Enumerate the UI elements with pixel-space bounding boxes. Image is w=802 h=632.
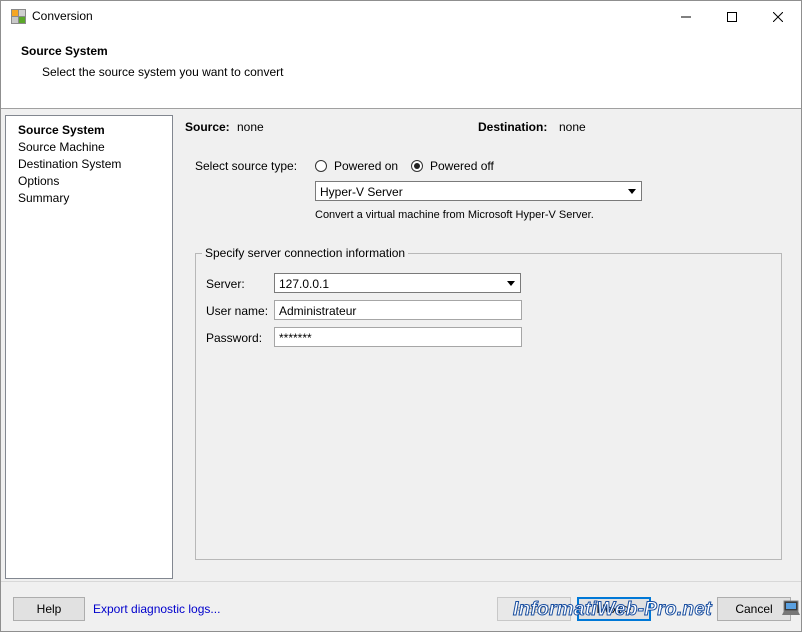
password-label: Password:	[206, 331, 263, 345]
username-field[interactable]: Administrateur	[274, 300, 522, 320]
connection-legend: Specify server connection information	[202, 246, 409, 260]
laptop-icon	[782, 600, 800, 615]
page-header: Source System Select the source system y…	[1, 32, 801, 109]
page-subtitle: Select the source system you want to con…	[42, 65, 284, 79]
step-destination-system[interactable]: Destination System	[18, 157, 121, 171]
source-type-description: Convert a virtual machine from Microsoft…	[315, 209, 594, 221]
destination-label: Destination:	[478, 120, 548, 134]
powered-on-radio[interactable]	[315, 160, 327, 172]
step-summary[interactable]: Summary	[18, 191, 69, 205]
close-icon	[773, 11, 783, 22]
title-bar: Conversion	[1, 1, 801, 32]
footer-divider	[1, 581, 801, 582]
source-label: Source:	[185, 120, 230, 134]
wizard-steps-panel: Source System Source Machine Destination…	[5, 115, 173, 579]
powered-on-label[interactable]: Powered on	[334, 159, 398, 173]
conversion-window: Conversion Source System Select the sour…	[0, 0, 802, 632]
destination-value: none	[559, 120, 586, 134]
connection-groupbox: Specify server connection information Se…	[195, 246, 782, 560]
server-value: 127.0.0.1	[279, 277, 330, 291]
close-button[interactable]	[755, 1, 801, 32]
maximize-button[interactable]	[709, 1, 755, 32]
step-source-system[interactable]: Source System	[18, 123, 105, 137]
powered-off-label[interactable]: Powered off	[430, 159, 494, 173]
source-type-value: Hyper-V Server	[320, 185, 403, 199]
source-value: none	[237, 120, 264, 134]
password-value: *******	[279, 331, 312, 345]
username-label: User name:	[206, 304, 269, 318]
export-logs-link[interactable]: Export diagnostic logs...	[93, 602, 220, 616]
step-source-machine[interactable]: Source Machine	[18, 140, 105, 154]
window-title: Conversion	[32, 9, 93, 23]
main-content: Source: none Destination: none Select so…	[173, 111, 799, 581]
watermark-text: InformatiWeb-Pro.net	[513, 599, 713, 621]
page-title: Source System	[21, 44, 108, 58]
server-label: Server:	[206, 277, 245, 291]
powered-off-radio[interactable]	[411, 160, 423, 172]
chevron-down-icon[interactable]	[504, 276, 518, 290]
source-type-select[interactable]: Hyper-V Server	[315, 181, 642, 201]
minimize-icon	[681, 16, 691, 17]
maximize-icon	[727, 11, 737, 22]
server-select[interactable]: 127.0.0.1	[274, 273, 521, 293]
app-icon	[11, 9, 26, 24]
username-value: Administrateur	[279, 304, 357, 318]
cancel-button[interactable]: Cancel	[717, 597, 791, 621]
chevron-down-icon[interactable]	[625, 184, 639, 198]
source-type-label: Select source type:	[195, 159, 298, 173]
minimize-button[interactable]	[663, 1, 709, 32]
step-options[interactable]: Options	[18, 174, 59, 188]
password-field[interactable]: *******	[274, 327, 522, 347]
help-button[interactable]: Help	[13, 597, 85, 621]
